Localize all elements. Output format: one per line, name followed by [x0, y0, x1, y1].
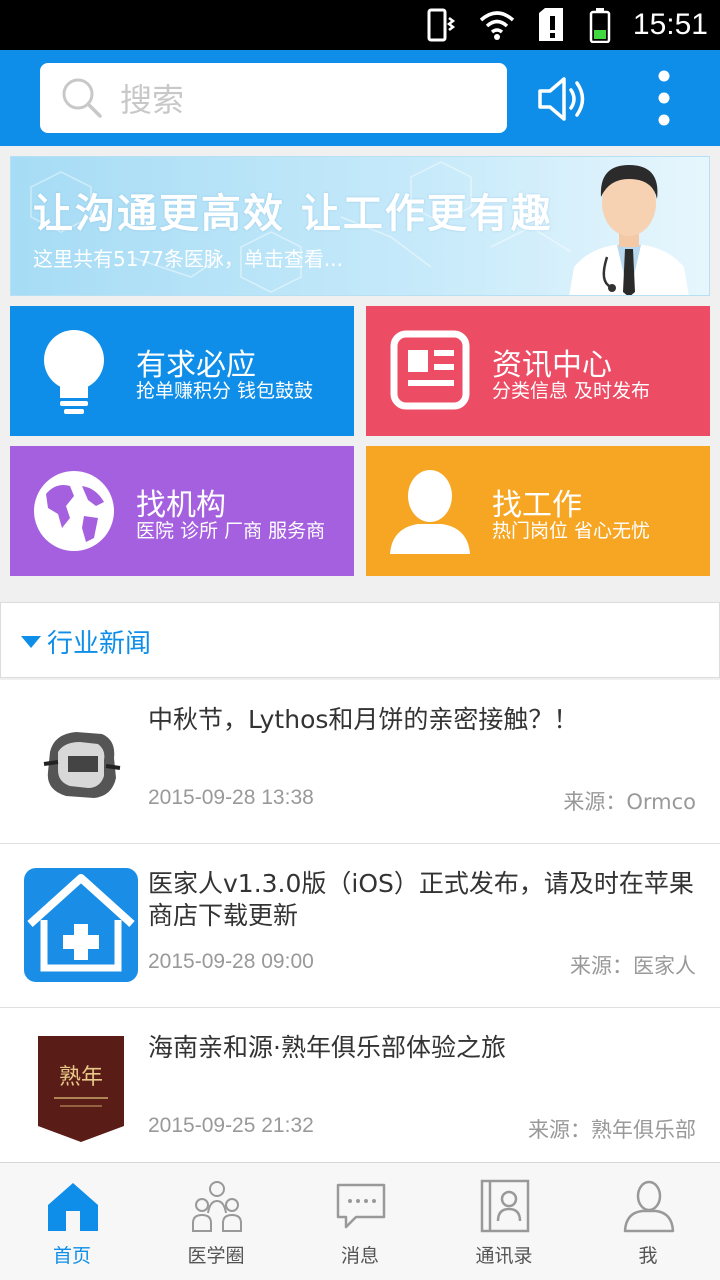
search-box[interactable]: 搜索	[40, 63, 507, 133]
search-icon	[62, 78, 102, 118]
news-item[interactable]: 医家人v1.3.0版（iOS）正式发布，请及时在苹果商店下载更新 2015-09…	[0, 844, 720, 1008]
sim-alert-icon	[538, 8, 563, 41]
news-item[interactable]: 中秋节，Lythos和月饼的亲密接触？！ 2015-09-28 13:38 来源…	[0, 680, 720, 844]
news-item[interactable]: 熟年 海南亲和源·熟年俱乐部体验之旅 2015-09-25 21:32 来源：熟…	[0, 1008, 720, 1172]
tile-find-job[interactable]: 找工作 热门岗位 省心无忧	[366, 446, 710, 576]
user-icon	[623, 1180, 675, 1233]
tile-news-center[interactable]: 资讯中心 分类信息 及时发布	[366, 306, 710, 436]
club-logo-text: 熟年	[59, 1065, 103, 1090]
tile-subtitle: 医院 诊所 厂商 服务商	[136, 520, 326, 542]
status-icons: 15:51	[427, 6, 708, 44]
tile-subtitle: 分类信息 及时发布	[492, 380, 651, 402]
battery-icon	[589, 8, 611, 43]
news-title: 中秋节，Lythos和月饼的亲密接触？！	[148, 705, 579, 734]
tile-find-institution[interactable]: 找机构 医院 诊所 厂商 服务商	[10, 446, 354, 576]
tab-label: 消息	[340, 1245, 379, 1267]
tab-label: 医学圈	[187, 1245, 245, 1267]
chat-bubble-icon	[336, 1183, 386, 1229]
tab-label: 我	[638, 1245, 658, 1267]
promo-banner[interactable]: 让沟通更高效 让工作更有趣 这里共有5177条医脉，单击查看...	[10, 156, 710, 296]
news-source: 来源：熟年俱乐部	[528, 1118, 696, 1142]
news-source: 来源：医家人	[570, 954, 696, 978]
tile-subtitle: 抢单赚积分 钱包鼓鼓	[136, 380, 314, 402]
vibrate-icon	[427, 8, 456, 42]
collapse-triangle-icon	[21, 636, 41, 648]
banner-subtitle: 这里共有5177条医脉，单击查看...	[33, 247, 343, 271]
tile-subtitle: 热门岗位 省心无忧	[492, 520, 651, 542]
tab-label: 通讯录	[475, 1245, 533, 1267]
bottom-tab-bar: 首页 医学圈 消息 通讯录 我	[0, 1162, 720, 1280]
industry-news-header[interactable]: 行业新闻	[0, 602, 720, 678]
news-title: 海南亲和源·熟年俱乐部体验之旅	[148, 1033, 506, 1062]
news-icon	[390, 330, 470, 410]
news-date: 2015-09-28 13:38	[148, 786, 314, 809]
status-time: 15:51	[632, 8, 708, 41]
group-icon	[192, 1181, 242, 1232]
search-placeholder: 搜索	[120, 81, 185, 119]
wifi-icon	[479, 11, 515, 40]
tab-messages[interactable]: 消息	[288, 1163, 432, 1280]
speaker-icon[interactable]	[534, 74, 590, 124]
tab-me[interactable]: 我	[576, 1163, 720, 1280]
lightbulb-icon	[44, 330, 104, 414]
address-book-icon	[480, 1179, 530, 1233]
news-date: 2015-09-25 21:32	[148, 1114, 314, 1137]
section-title: 行业新闻	[47, 629, 152, 659]
news-source: 来源：Ormco	[563, 790, 696, 814]
tab-medical-circle[interactable]: 医学圈	[144, 1163, 288, 1280]
tab-contacts[interactable]: 通讯录	[432, 1163, 576, 1280]
top-app-bar: 搜索	[0, 50, 720, 146]
home-icon	[48, 1183, 98, 1231]
tab-home[interactable]: 首页	[0, 1163, 144, 1280]
news-title: 医家人v1.3.0版（iOS）正式发布，请及时在苹果商店下载更新	[148, 869, 694, 930]
doctor-illustration	[569, 165, 689, 295]
tile-requests[interactable]: 有求必应 抢单赚积分 钱包鼓鼓	[10, 306, 354, 436]
club-logo-thumbnail: 熟年	[24, 1032, 138, 1146]
more-vert-icon[interactable]	[652, 68, 676, 128]
person-icon	[390, 470, 470, 554]
status-bar: 15:51	[0, 0, 720, 50]
globe-icon	[34, 471, 114, 551]
bracket-thumbnail	[24, 704, 138, 818]
news-date: 2015-09-28 09:00	[148, 950, 314, 973]
app-logo-thumbnail	[24, 868, 138, 982]
tab-label: 首页	[52, 1245, 91, 1267]
banner-title: 让沟通更高效 让工作更有趣	[33, 191, 553, 237]
